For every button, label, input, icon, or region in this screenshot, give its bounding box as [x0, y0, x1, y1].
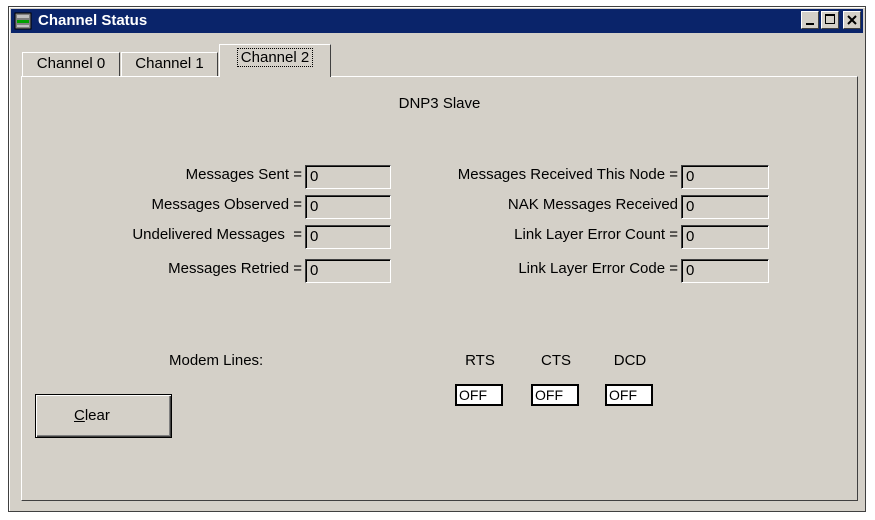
messages-received-this-node-label: Messages Received This Node =: [457, 166, 678, 183]
clear-button[interactable]: Clear: [35, 394, 172, 438]
title-bar[interactable]: Channel Status: [11, 9, 863, 33]
network-channel-icon: [14, 12, 32, 30]
messages-observed-label: Messages Observed =: [151, 196, 303, 213]
maximize-button[interactable]: [821, 11, 839, 29]
undelivered-messages-field: 0: [305, 225, 391, 249]
close-icon: [847, 15, 857, 25]
link-layer-error-code-field: 0: [681, 259, 769, 283]
link-layer-error-code-label: Link Layer Error Code =: [518, 260, 678, 277]
window-title: Channel Status: [38, 12, 148, 29]
cts-status: OFF: [531, 384, 579, 406]
close-button[interactable]: [843, 11, 861, 29]
minimize-button[interactable]: [801, 11, 819, 29]
tab-channel-0[interactable]: Channel 0: [22, 52, 120, 76]
link-layer-error-count-label: Link Layer Error Count =: [514, 226, 678, 243]
clear-button-label: lear: [84, 407, 110, 424]
undelivered-messages-label: Undelivered Messages =: [132, 226, 302, 243]
messages-sent-field: 0: [305, 165, 391, 189]
messages-retried-field: 0: [305, 259, 391, 283]
rts-status: OFF: [455, 384, 503, 406]
messages-observed-field: 0: [305, 195, 391, 219]
tab-label: Channel 2: [236, 48, 314, 67]
messages-received-this-node-field: 0: [681, 165, 769, 189]
tab-panel: DNP3 Slave Messages Sent = 0 Messages Ob…: [21, 76, 858, 501]
dcd-label: DCD: [613, 352, 647, 369]
clear-button-accel: C: [74, 407, 85, 424]
protocol-label: DNP3 Slave: [398, 95, 481, 112]
link-layer-error-count-field: 0: [681, 225, 769, 249]
tab-channel-1[interactable]: Channel 1: [121, 52, 218, 76]
tab-channel-2[interactable]: Channel 2: [219, 44, 331, 77]
modem-lines-label: Modem Lines:: [169, 352, 264, 369]
dcd-status: OFF: [605, 384, 653, 406]
tab-label: Channel 1: [135, 55, 204, 72]
nak-messages-received-field: 0: [681, 195, 769, 219]
nak-messages-received-label: NAK Messages Received: [507, 196, 678, 213]
messages-retried-label: Messages Retried =: [168, 260, 302, 277]
tab-label: Channel 0: [36, 55, 106, 72]
rts-label: RTS: [465, 352, 495, 369]
messages-sent-label: Messages Sent =: [185, 166, 302, 183]
cts-label: CTS: [541, 352, 571, 369]
